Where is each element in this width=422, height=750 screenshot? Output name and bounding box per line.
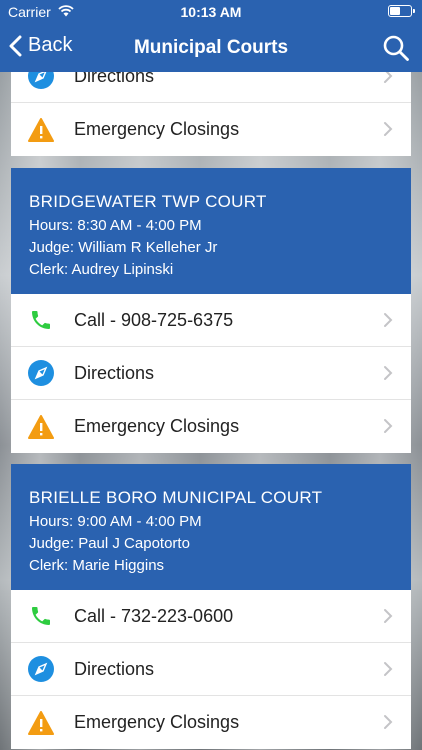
court-judge: Judge: Paul J Capotorto [29,535,190,552]
court-judge: Judge: William R Kelleher Jr [29,239,218,256]
navigation-bar: Back Municipal Courts [0,24,422,72]
directions-label: Directions [74,658,155,679]
emergency-closings-label: Emergency Closings [74,416,240,436]
emergency-closings-row[interactable]: Emergency Closings [11,103,411,156]
court-list[interactable]: Directions Emergency Closings BRIDGEWATE… [0,72,422,750]
page-title: Municipal Courts [133,37,289,58]
court-hours: Hours: 9:00 AM - 4:00 PM [29,513,202,530]
chevron-right-icon [384,662,393,676]
status-bar: Carrier 10:13 AM [0,0,422,24]
court-card: BRIELLE BORO MUNICIPAL COURT Hours: 9:00… [11,464,411,749]
status-time: 10:13 AM [180,4,242,20]
emergency-closings-label: Emergency Closings [74,712,240,732]
chevron-right-icon [384,366,393,380]
search-icon[interactable] [382,34,410,62]
chevron-right-icon [384,609,393,623]
directions-row[interactable]: Directions [11,72,411,103]
court-name: BRIDGEWATER TWP COURT [29,192,267,211]
directions-label: Directions [74,362,155,383]
compass-icon [28,72,54,89]
call-label: Call - 908-725-6375 [74,309,234,330]
emergency-closings-row[interactable]: Emergency Closings [11,400,411,453]
court-name: BRIELLE BORO MUNICIPAL COURT [29,488,323,507]
chevron-right-icon [384,419,393,433]
court-card: BRIDGEWATER TWP COURT Hours: 8:30 AM - 4… [11,168,411,453]
warning-icon [28,414,54,440]
court-clerk: Clerk: Audrey Lipinski [29,261,174,278]
emergency-closings-row[interactable]: Emergency Closings [11,696,411,749]
court-card-partial: Directions Emergency Closings [11,72,411,156]
chevron-right-icon [384,313,393,327]
compass-icon [28,656,54,682]
battery-icon [388,5,415,17]
phone-icon [28,603,54,629]
call-row[interactable]: Call - 908-725-6375 [11,294,411,347]
compass-icon [28,360,54,386]
warning-icon [28,117,54,143]
row-label: Directions [74,72,155,86]
chevron-right-icon [384,72,393,83]
court-hours: Hours: 8:30 AM - 4:00 PM [29,217,202,234]
warning-icon [28,710,54,736]
phone-icon [28,307,54,333]
court-header: BRIDGEWATER TWP COURT Hours: 8:30 AM - 4… [11,168,411,294]
directions-row[interactable]: Directions [11,347,411,400]
court-clerk: Clerk: Marie Higgins [29,557,165,574]
call-label: Call - 732-223-0600 [74,605,234,626]
directions-row[interactable]: Directions [11,643,411,696]
row-label: Emergency Closings [74,119,240,139]
call-row[interactable]: Call - 732-223-0600 [11,590,411,643]
chevron-right-icon [384,122,393,136]
court-header: BRIELLE BORO MUNICIPAL COURT Hours: 9:00… [11,464,411,590]
chevron-right-icon [384,715,393,729]
